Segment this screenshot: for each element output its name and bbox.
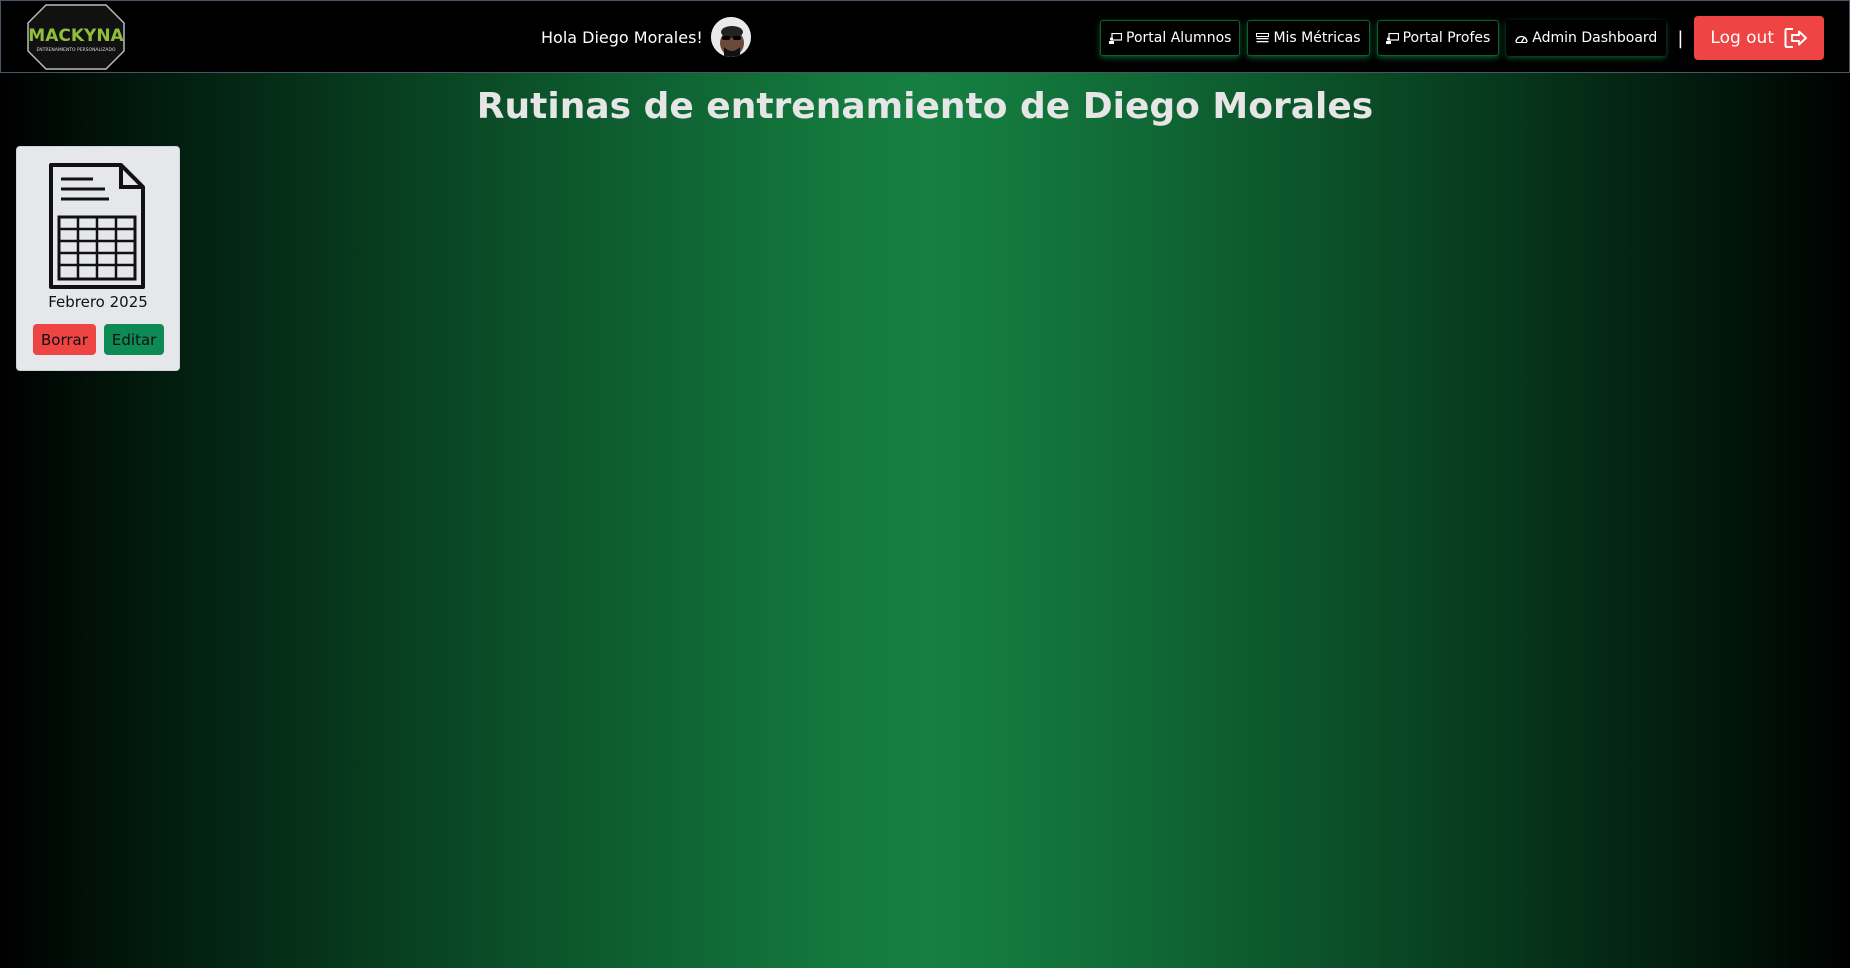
- mackyna-logo[interactable]: MACKYNA ENTRENAMIENTO PERSONALIZADO: [26, 3, 126, 71]
- portal-profes-link[interactable]: Portal Profes: [1376, 20, 1500, 56]
- top-navbar: MACKYNA ENTRENAMIENTO PERSONALIZADO Hola…: [0, 0, 1850, 73]
- greeting-text: Hola Diego Morales!: [541, 27, 703, 47]
- nav-links: Portal Alumnos Mis Métricas Portal Profe…: [1100, 16, 1824, 60]
- logo-text: MACKYNA: [28, 26, 124, 46]
- admin-dashboard-label: Admin Dashboard: [1532, 30, 1658, 46]
- routine-label: Febrero 2025: [48, 293, 148, 311]
- chalkboard-user-icon: [1109, 32, 1123, 44]
- logout-label: Log out: [1710, 28, 1774, 48]
- delete-button[interactable]: Borrar: [33, 324, 96, 355]
- edit-button[interactable]: Editar: [103, 324, 165, 355]
- gauge-icon: [1515, 35, 1528, 43]
- logo-subtext: ENTRENAMIENTO PERSONALIZADO: [36, 47, 116, 53]
- list-icon: [1256, 32, 1270, 42]
- logout-button[interactable]: Log out: [1694, 16, 1824, 60]
- mis-metricas-label: Mis Métricas: [1273, 30, 1361, 46]
- portal-alumnos-label: Portal Alumnos: [1126, 30, 1232, 46]
- sign-out-icon: [1784, 28, 1807, 48]
- mis-metricas-link[interactable]: Mis Métricas: [1247, 20, 1370, 56]
- user-greeting: Hola Diego Morales!: [541, 1, 751, 73]
- routine-actions: Borrar Editar: [33, 324, 165, 355]
- portal-profes-label: Portal Profes: [1402, 30, 1491, 46]
- portal-alumnos-link[interactable]: Portal Alumnos: [1100, 20, 1241, 56]
- nav-separator: |: [1677, 27, 1684, 49]
- admin-dashboard-link[interactable]: Admin Dashboard: [1506, 20, 1667, 56]
- avatar[interactable]: [710, 17, 751, 57]
- spreadsheet-document-icon: [49, 163, 145, 289]
- page-title: Rutinas de entrenamiento de Diego Morale…: [476, 86, 1374, 127]
- chalkboard-user-icon: [1385, 32, 1399, 44]
- routine-card[interactable]: Febrero 2025 Borrar Editar: [16, 146, 180, 371]
